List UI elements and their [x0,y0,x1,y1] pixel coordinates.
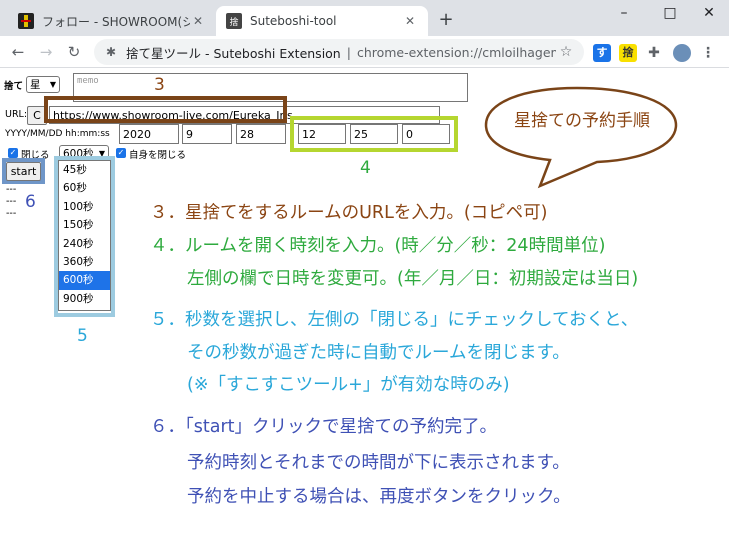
instruction-step-6-cancel: 予約を中止する場合は、再度ボタンをクリック。 [187,487,571,507]
month-input[interactable]: 9 [182,124,232,144]
callout-number-6: 6 [25,192,36,212]
tab-suteboshi[interactable]: 捨 Suteboshi-tool ✕ [216,6,428,36]
callout-number-3: 3 [154,75,165,95]
start-button[interactable]: start [6,162,41,181]
instruction-step-3: ３．星捨てをするルームのURLを入力。(コピペ可) [150,203,548,223]
star-select[interactable]: 星 ▼ [26,76,60,93]
seconds-option[interactable]: 360秒 [59,253,110,271]
seconds-option[interactable]: 60秒 [59,179,110,197]
callout-box-url [44,96,287,123]
extension-puzzle-icon: ✱ [105,45,117,59]
address-separator: | [346,44,351,60]
instruction-step-5-detail: その秒数が過ぎた時に自動でルームを閉じます。 [187,343,570,363]
showroom-favicon-icon [18,13,34,29]
instruction-step-6: ６．「start」クリックで星捨ての予約完了。 [150,417,498,437]
browser-menu-icon[interactable]: ⋮ [699,44,717,62]
address-url: chrome-extension://cmloilhagemnefekf... [356,44,556,60]
seconds-option[interactable]: 100秒 [59,198,110,216]
seconds-option[interactable]: 150秒 [59,216,110,234]
seconds-option[interactable]: 900秒 [59,290,110,308]
forward-arrow-icon[interactable]: → [34,40,58,64]
callout-number-5: 5 [77,326,88,346]
url-label: URL: [5,109,28,120]
extension-suteboshi-icon[interactable]: 捨 [619,44,637,62]
tab-strip: フォロー - SHOWROOM(ショールーム) ✕ 捨 Suteboshi-to… [0,0,729,36]
instruction-step-5: ５．秒数を選択し、左側の「閉じる」にチェックしておくと、 [150,310,639,330]
seconds-option-selected[interactable]: 600秒 [59,271,110,290]
suteboshi-favicon-icon: 捨 [226,13,242,29]
minimize-button[interactable]: – [604,2,644,24]
maximize-button[interactable]: □ [650,2,690,24]
address-bar[interactable]: ✱ 捨て星ツール - Suteboshi Extension | chrome-… [94,39,584,65]
instruction-step-4-detail: 左側の欄で日時を変更可。(年／月／日：初期設定は当日) [187,269,639,289]
seconds-option[interactable]: 45秒 [59,161,110,179]
extension-sukosuko-icon[interactable]: す [593,44,611,62]
callout-box-time [290,116,458,152]
tab-title: Suteboshi-tool [250,14,337,28]
year-input[interactable]: 2020 [119,124,179,144]
chevron-down-icon: ▼ [49,80,56,89]
bookmark-star-icon[interactable]: ☆ [556,44,576,60]
callout-number-4: 4 [360,158,371,178]
extensions-menu-icon[interactable]: ✚ [645,44,663,62]
reload-icon[interactable]: ↻ [62,40,86,64]
bubble-title: 星捨ての予約手順 [514,111,650,131]
seconds-dropdown: 45秒 60秒 100秒 150秒 240秒 360秒 600秒 900秒 [58,160,111,311]
browser-toolbar: ← → ↻ ✱ 捨て星ツール - Suteboshi Extension | c… [0,36,729,68]
speech-bubble [484,86,678,189]
seconds-option[interactable]: 240秒 [59,235,110,253]
instruction-step-5-note: (※「すこすこツール+」が有効な時のみ) [187,375,510,395]
tab-close-icon[interactable]: ✕ [402,13,418,29]
status-line: --- [6,184,17,195]
page-content: 捨て 星 ▼ memo URL: C https://www.showroom-… [0,68,729,549]
day-input[interactable]: 28 [236,124,286,144]
datetime-label: YYYY/MM/DD hh:mm:ss [5,129,110,139]
close-window-button[interactable]: ✕ [689,2,729,24]
address-title: 捨て星ツール - Suteboshi Extension [126,45,341,61]
close-self-label: 自身を閉じる [129,150,187,161]
profile-avatar[interactable] [673,44,691,62]
status-line: --- [6,196,17,207]
instruction-step-4: ４．ルームを開く時刻を入力。(時／分／秒：24時間単位) [150,236,606,256]
suteru-label: 捨て [4,81,24,92]
tab-close-icon[interactable]: ✕ [190,13,206,29]
close-self-checkbox[interactable]: ✓ [116,148,126,158]
tab-showroom[interactable]: フォロー - SHOWROOM(ショールーム) ✕ [8,6,216,36]
back-arrow-icon[interactable]: ← [6,40,30,64]
instruction-step-6-detail: 予約時刻とそれまでの時間が下に表示されます。 [187,453,570,473]
close-checkbox[interactable]: ✓ [8,148,18,158]
new-tab-icon[interactable]: + [436,10,456,30]
star-select-value: 星 [30,79,41,91]
tab-title: フォロー - SHOWROOM(ショールーム) [42,14,190,29]
status-line: --- [6,208,17,219]
